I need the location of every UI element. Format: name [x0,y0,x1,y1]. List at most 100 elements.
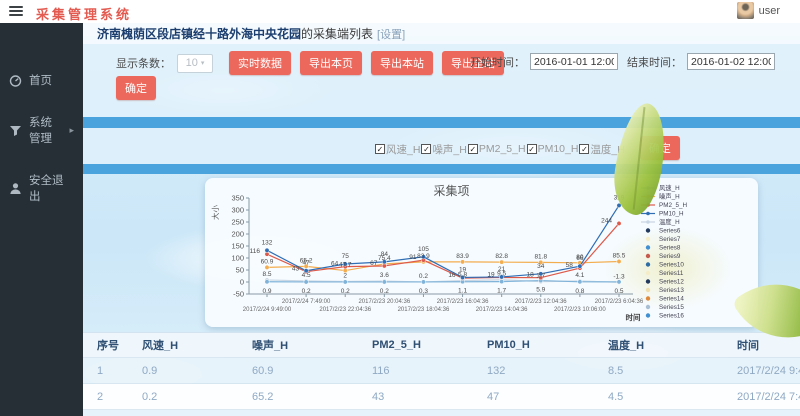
svg-text:1.1: 1.1 [458,288,467,295]
svg-text:34: 34 [537,263,545,270]
series-confirm-button[interactable]: 确定 [640,136,680,160]
svg-text:81.8: 81.8 [534,253,547,260]
chart-card: 采集项 350300250200150100500-50大小2017/2/24 … [205,178,758,327]
navbar: 采集管理系统 user [0,0,800,23]
svg-text:Series6: Series6 [659,228,681,235]
series-checkbox-风速_H[interactable]: ✓风速_H [375,142,420,157]
checkbox-check-icon: ✓ [527,144,537,154]
cell: 60.9 [252,365,372,377]
divider-strip [83,164,800,174]
svg-text:132: 132 [262,239,273,246]
user-menu[interactable]: user [737,2,780,19]
page-header: 济南槐荫区段店镇经十路外海中央花园的采集端列表 [设置] [83,23,800,44]
svg-text:67: 67 [370,260,378,267]
checkbox-label: 噪声_H [432,142,466,157]
end-time-input[interactable] [687,53,775,70]
display-count-label: 显示条数： [116,55,171,71]
cell: 0.2 [142,391,252,403]
column-header: 时间 [737,337,800,353]
cell: 132 [487,365,608,377]
svg-text:0.2: 0.2 [380,288,389,295]
table-body: 10.960.91161328.52017/2/24 9:49:0020.265… [83,358,800,416]
start-time-input[interactable] [530,53,618,70]
svg-text:83.9: 83.9 [417,253,430,260]
series-checkbox-噪声_H[interactable]: ✓噪声_H [421,142,466,157]
svg-text:85.5: 85.5 [613,252,626,259]
realtime-data-button[interactable]: 实时数据 [229,51,291,75]
cell: 2 [97,391,142,403]
svg-text:84: 84 [381,251,389,258]
svg-text:Series13: Series13 [659,287,684,294]
svg-text:43: 43 [292,266,300,273]
svg-text:0: 0 [240,277,244,286]
sidebar-item-label: 首页 [29,72,52,88]
divider-strip [83,117,800,128]
settings-link[interactable]: [设置] [377,26,405,42]
svg-text:9.5: 9.5 [497,271,506,278]
filter-confirm-button[interactable]: 确定 [116,76,156,100]
svg-text:64: 64 [331,261,339,268]
svg-text:250: 250 [231,217,244,226]
svg-text:2017/2/23 10:06:00: 2017/2/23 10:06:00 [554,307,606,313]
series-checkbox-温度_H[interactable]: ✓温度_H [579,142,624,157]
svg-text:18: 18 [527,272,535,279]
menu-toggle-icon[interactable] [9,6,23,18]
svg-text:50: 50 [236,265,244,274]
sidebar-item-label: 系统管理 [29,114,62,146]
series-checkbox-PM2_5_H[interactable]: ✓PM2_5_H [468,143,526,155]
main-content: 济南槐荫区段店镇经十路外海中央花园的采集端列表 [设置] 显示条数： 10 ▾ … [83,23,800,416]
sidebar-item-logout[interactable]: 安全退出 [0,159,83,217]
sidebar-item-system-management[interactable]: 系统管理 ▸ [0,101,83,159]
svg-text:2017/2/23 6:04:36: 2017/2/23 6:04:36 [595,299,644,305]
svg-text:60.9: 60.9 [261,258,274,265]
svg-text:2017/2/23 20:04:36: 2017/2/23 20:04:36 [358,299,410,305]
svg-text:19: 19 [487,271,495,278]
table-row: 10.960.91161328.52017/2/24 9:49:00 [83,358,800,384]
svg-text:8.5: 8.5 [262,271,271,278]
checkbox-check-icon: ✓ [421,144,431,154]
dashboard-icon [9,74,22,87]
svg-text:1.7: 1.7 [497,288,506,295]
sidebar-item-home[interactable]: 首页 [0,59,83,101]
svg-text:Series15: Series15 [659,304,684,311]
submenu-arrow-icon: ▸ [69,125,74,136]
svg-text:47: 47 [302,260,310,267]
collection-items-chart: 350300250200150100500-50大小2017/2/24 9:49… [205,178,758,327]
svg-text:Series9: Series9 [659,253,681,260]
svg-text:0.2: 0.2 [419,273,428,280]
svg-text:150: 150 [231,241,244,250]
svg-text:0.3: 0.3 [419,288,428,295]
start-time-label: 开始时间： [470,54,525,70]
series-checkbox-PM10_H[interactable]: ✓PM10_H [527,143,579,155]
svg-text:105: 105 [418,246,429,253]
svg-text:PM2_5_H: PM2_5_H [659,202,687,209]
svg-text:温度_H: 温度_H [659,217,680,226]
cell: 2017/2/24 7:49:00 [737,391,800,403]
table-row: 30.247.7647522017/2/23 22:04:36 [83,410,800,416]
svg-text:3.6: 3.6 [380,272,389,279]
export-current-page-button[interactable]: 导出本页 [300,51,362,75]
username: user [759,5,780,17]
checkbox-label: 风速_H [386,142,420,157]
export-current-station-button[interactable]: 导出本站 [371,51,433,75]
display-count-select[interactable]: 10 ▾ [177,54,213,73]
svg-text:0.8: 0.8 [575,288,584,295]
svg-text:4.5: 4.5 [302,272,311,279]
system-icon [9,124,22,137]
checkbox-label: PM2_5_H [479,143,526,155]
column-header: 序号 [97,337,142,353]
svg-text:2017/2/23 14:04:36: 2017/2/23 14:04:36 [476,307,528,313]
cell: 1 [97,365,142,377]
table-row: 20.265.243474.52017/2/24 7:49:00 [83,384,800,410]
select-caret-icon: ▾ [201,59,205,67]
series-checkbox-group: ✓风速_H✓噪声_H✓PM2_5_H✓PM10_H✓温度_H [375,139,626,157]
cell: 43 [372,391,487,403]
logout-icon [9,182,22,195]
column-header: PM10_H [487,339,608,351]
svg-text:5.8: 5.8 [458,272,467,279]
svg-text:-1.3: -1.3 [613,273,625,280]
svg-text:75: 75 [342,253,350,260]
cell: 8.5 [608,365,737,377]
svg-text:2017/2/23 16:04:36: 2017/2/23 16:04:36 [437,299,489,305]
svg-text:Series7: Series7 [659,236,681,243]
